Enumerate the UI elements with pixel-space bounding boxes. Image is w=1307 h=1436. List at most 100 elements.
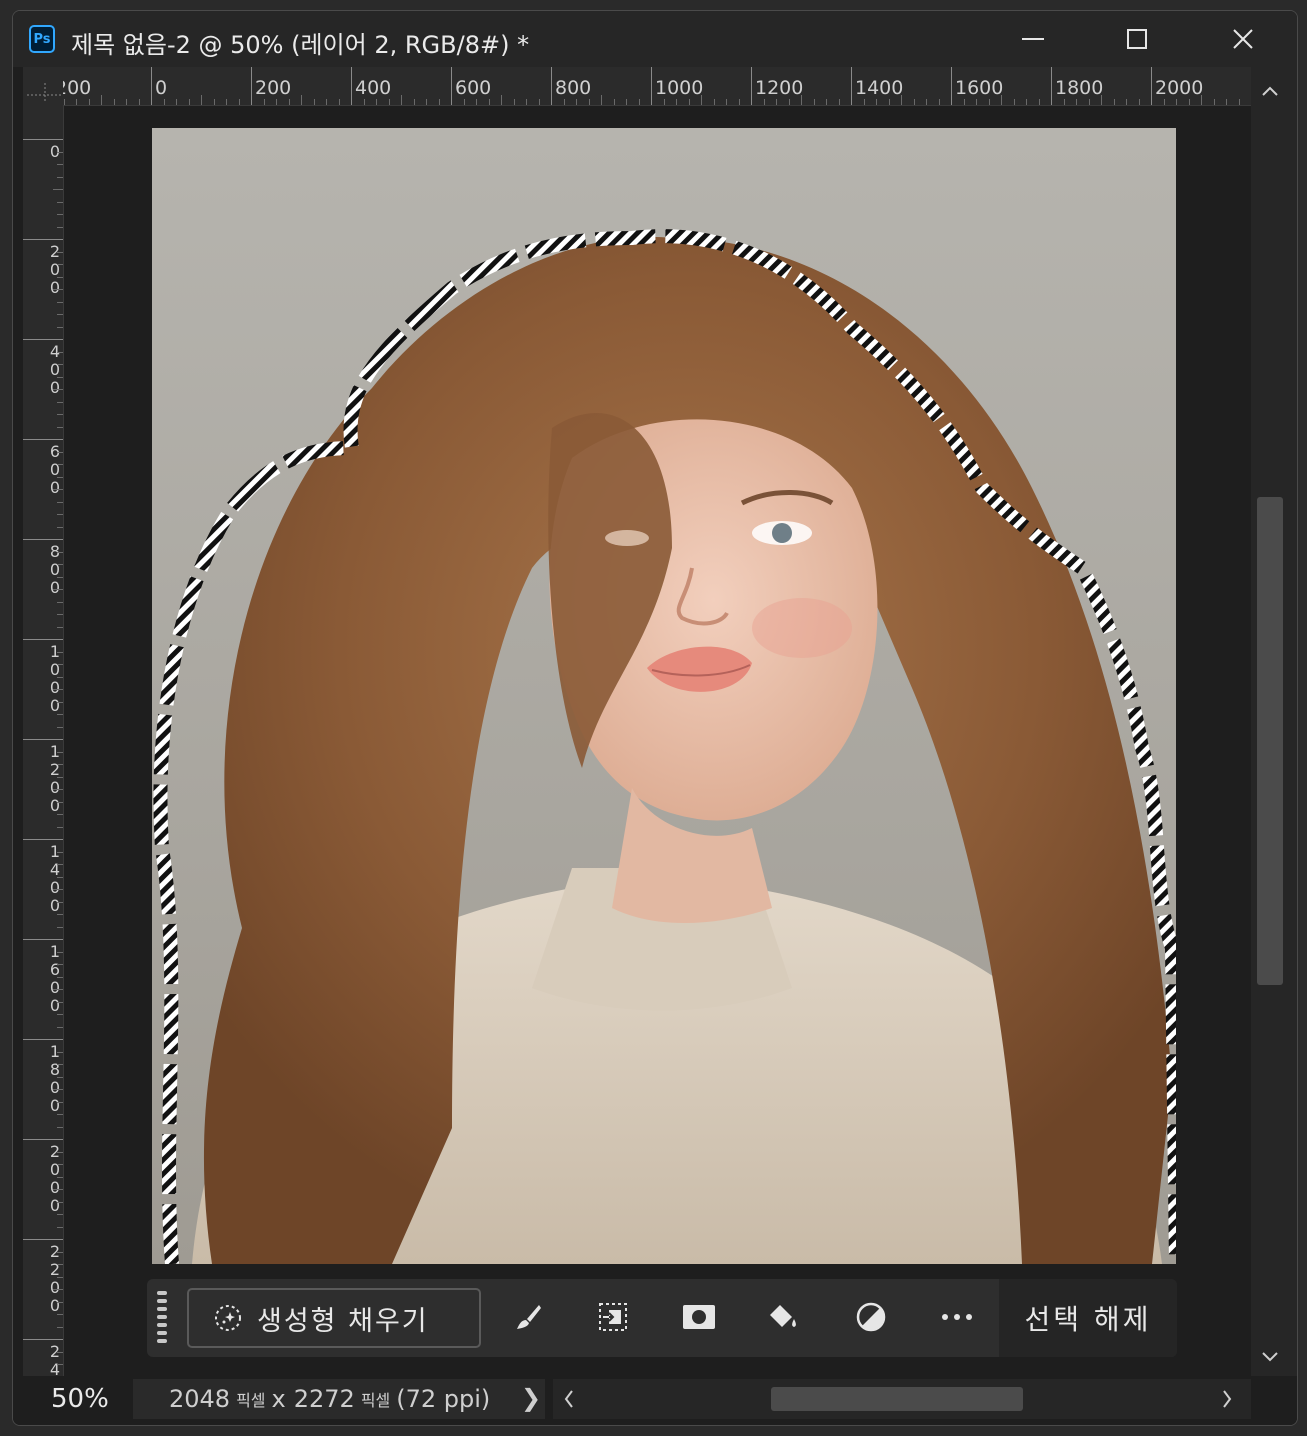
vertical-scrollbar[interactable] <box>1251 67 1297 1376</box>
ruler-h-minor-tick <box>313 99 315 105</box>
doc-height: 2272 <box>293 1385 355 1413</box>
adjustment-button[interactable] <box>853 1299 889 1335</box>
ruler-h-minor-tick <box>276 99 277 105</box>
vertical-ruler[interactable]: 0 200 400 600 800 1000 1200 1400 1600 1800 2000 220… <box>23 105 64 1385</box>
ruler-v-minor-tick <box>57 326 63 328</box>
ruler-v-minor-tick <box>57 376 63 378</box>
drag-handle-icon[interactable] <box>157 1291 167 1347</box>
ruler-h-minor-tick <box>1013 99 1015 105</box>
generative-fill-button[interactable]: 생성형 채우기 <box>187 1288 481 1348</box>
brush-button[interactable] <box>511 1299 547 1335</box>
generative-fill-icon <box>215 1305 241 1331</box>
ruler-v-minor-tick <box>57 664 63 665</box>
ruler-h-minor-tick <box>938 99 940 105</box>
ruler-h-minor-tick <box>363 99 365 105</box>
ruler-h-minor-tick <box>338 99 340 105</box>
close-icon <box>1233 29 1253 49</box>
ruler-v-minor-tick <box>57 714 63 715</box>
ruler-v-minor-tick <box>57 1276 63 1278</box>
close-button[interactable] <box>1215 17 1271 61</box>
ruler-h-minor-tick <box>813 99 815 105</box>
ruler-h-minor-tick <box>426 99 427 105</box>
ruler-h-minor-tick <box>963 99 965 105</box>
deselect-button[interactable]: 선택 해제 <box>999 1279 1177 1357</box>
ruler-h-minor-tick <box>326 99 327 105</box>
ruler-h-minor-tick <box>738 99 740 105</box>
ruler-h-major-tick <box>1151 67 1152 105</box>
vertical-scroll-thumb[interactable] <box>1257 497 1283 985</box>
mask-button[interactable] <box>681 1299 717 1335</box>
ruler-v-minor-tick <box>57 676 63 678</box>
scroll-right-icon[interactable] <box>1221 1387 1233 1411</box>
zoom-level[interactable]: 50% <box>51 1384 109 1414</box>
ruler-v-minor-tick <box>53 1089 63 1090</box>
ruler-origin[interactable] <box>23 67 63 105</box>
ruler-v-minor-tick <box>57 301 63 303</box>
ruler-v-minor-tick <box>57 1114 63 1115</box>
ruler-v-minor-tick <box>57 1101 63 1103</box>
horizontal-ruler[interactable]: 2000200400600800100012001400160018002000 <box>63 67 1251 106</box>
document-info-menu-icon[interactable]: ❯ <box>521 1384 541 1412</box>
horizontal-scrollbar[interactable] <box>553 1379 1251 1419</box>
scroll-left-icon[interactable] <box>563 1387 575 1411</box>
ruler-v-minor-tick <box>57 826 63 828</box>
ruler-h-minor-tick <box>413 99 415 105</box>
ruler-h-minor-tick <box>901 95 902 105</box>
maximize-button[interactable] <box>1109 17 1165 61</box>
ruler-v-minor-tick <box>57 701 63 703</box>
minimize-button[interactable] <box>1005 17 1061 61</box>
ruler-h-label: 1000 <box>655 77 704 99</box>
ruler-h-minor-tick <box>663 99 665 105</box>
ruler-v-minor-tick <box>57 964 63 965</box>
ruler-v-label: 2200 <box>49 1242 61 1315</box>
ruler-v-minor-tick <box>53 989 63 990</box>
ruler-v-major-tick <box>23 1039 63 1040</box>
canvas-image[interactable] <box>152 128 1176 1264</box>
ruler-v-minor-tick <box>57 1176 63 1178</box>
ruler-v-major-tick <box>23 639 63 640</box>
fill-button[interactable] <box>765 1299 801 1335</box>
ruler-h-minor-tick <box>76 99 77 105</box>
ruler-h-label: 1600 <box>955 77 1004 99</box>
ruler-v-minor-tick <box>57 551 63 553</box>
ruler-h-label: 2000 <box>1155 77 1204 99</box>
ruler-v-minor-tick <box>57 476 63 478</box>
ruler-h-minor-tick <box>838 99 840 105</box>
ruler-v-minor-tick <box>57 214 63 215</box>
doc-width: 2048 <box>169 1385 231 1413</box>
transform-selection-button[interactable] <box>595 1299 631 1335</box>
scroll-up-icon[interactable] <box>1261 85 1279 97</box>
generative-fill-label: 생성형 채우기 <box>257 1305 429 1337</box>
ruler-h-minor-tick <box>263 99 265 105</box>
ruler-v-minor-tick <box>57 1026 63 1028</box>
ruler-v-minor-tick <box>57 814 63 815</box>
document-info[interactable]: 2048 픽셀 x 2272 픽셀 (72 ppi) <box>133 1379 545 1419</box>
horizontal-scroll-thumb[interactable] <box>771 1387 1023 1411</box>
ruler-v-minor-tick <box>53 589 63 590</box>
ruler-v-minor-tick <box>57 864 63 865</box>
ruler-h-minor-tick <box>88 99 90 105</box>
ruler-h-major-tick <box>151 67 152 105</box>
ruler-h-minor-tick <box>301 95 302 105</box>
ruler-h-label: 1400 <box>855 77 904 99</box>
ruler-v-minor-tick <box>57 501 63 503</box>
ruler-h-minor-tick <box>1138 99 1140 105</box>
ruler-v-minor-tick <box>57 914 63 915</box>
ruler-v-minor-tick <box>57 1214 63 1215</box>
ruler-h-major-tick <box>751 67 752 105</box>
ruler-v-minor-tick <box>57 851 63 853</box>
ruler-h-label: 600 <box>455 77 492 99</box>
ruler-v-minor-tick <box>57 451 63 453</box>
canvas-area[interactable] <box>64 106 1251 1376</box>
ruler-v-minor-tick <box>57 1001 63 1003</box>
scroll-down-icon[interactable] <box>1261 1351 1279 1363</box>
adjustment-icon <box>856 1302 886 1332</box>
ruler-h-minor-tick <box>1188 99 1190 105</box>
more-button[interactable] <box>939 1299 975 1335</box>
ruler-origin-icon <box>27 83 63 103</box>
doc-height-unit: 픽셀 <box>360 1391 391 1410</box>
contextual-task-bar: 생성형 채우기 선택 해제 <box>147 1279 1177 1357</box>
ruler-v-major-tick <box>23 439 63 440</box>
ruler-h-major-tick <box>451 67 452 105</box>
ruler-v-minor-tick <box>57 726 63 728</box>
